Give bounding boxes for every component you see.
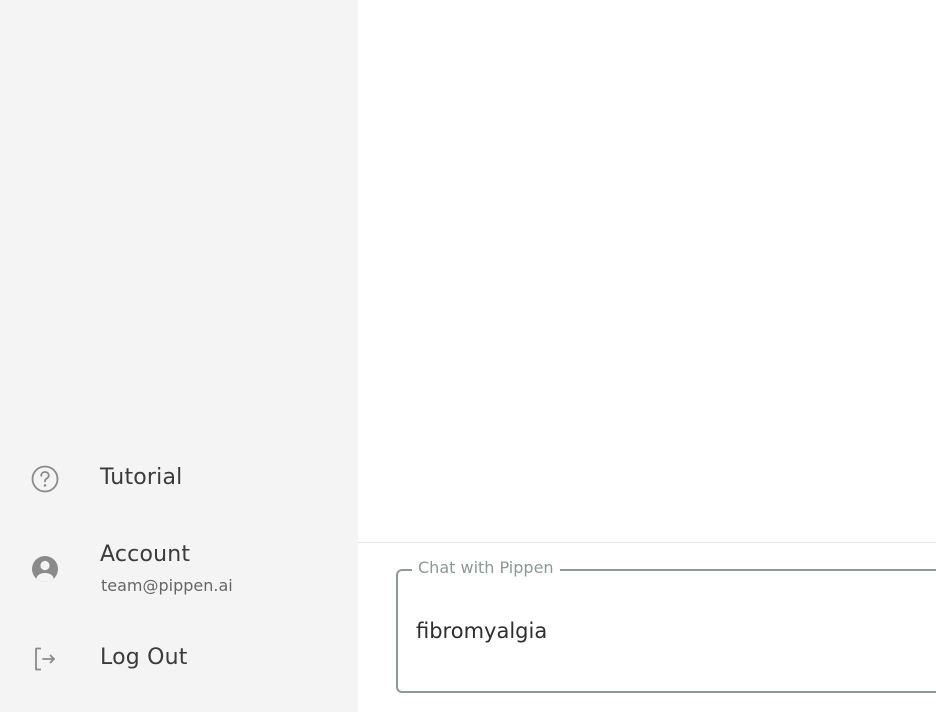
sidebar-item-account[interactable]: Account team@pippen.ai [0, 540, 358, 602]
chat-composer: Chat with Pippen [358, 542, 936, 712]
sidebar-item-label: Tutorial [100, 465, 183, 490]
chat-input[interactable] [416, 615, 936, 647]
sidebar: Tutorial Account team@pippen.ai Log Out [0, 0, 358, 712]
chat-main-area: Chat with Pippen [358, 0, 936, 712]
help-circle-icon [28, 462, 62, 496]
logout-icon [28, 642, 62, 676]
sidebar-item-logout[interactable]: Log Out [0, 640, 358, 680]
sidebar-item-label: Log Out [100, 645, 188, 670]
sidebar-item-tutorial[interactable]: Tutorial [0, 460, 358, 500]
account-circle-icon [28, 552, 62, 586]
account-email: team@pippen.ai [101, 576, 233, 595]
chat-input-legend: Chat with Pippen [412, 558, 560, 577]
app-window: Tutorial Account team@pippen.ai Log Out … [0, 0, 936, 712]
account-label: Account [100, 542, 191, 567]
chat-input-field[interactable]: Chat with Pippen [396, 558, 936, 693]
